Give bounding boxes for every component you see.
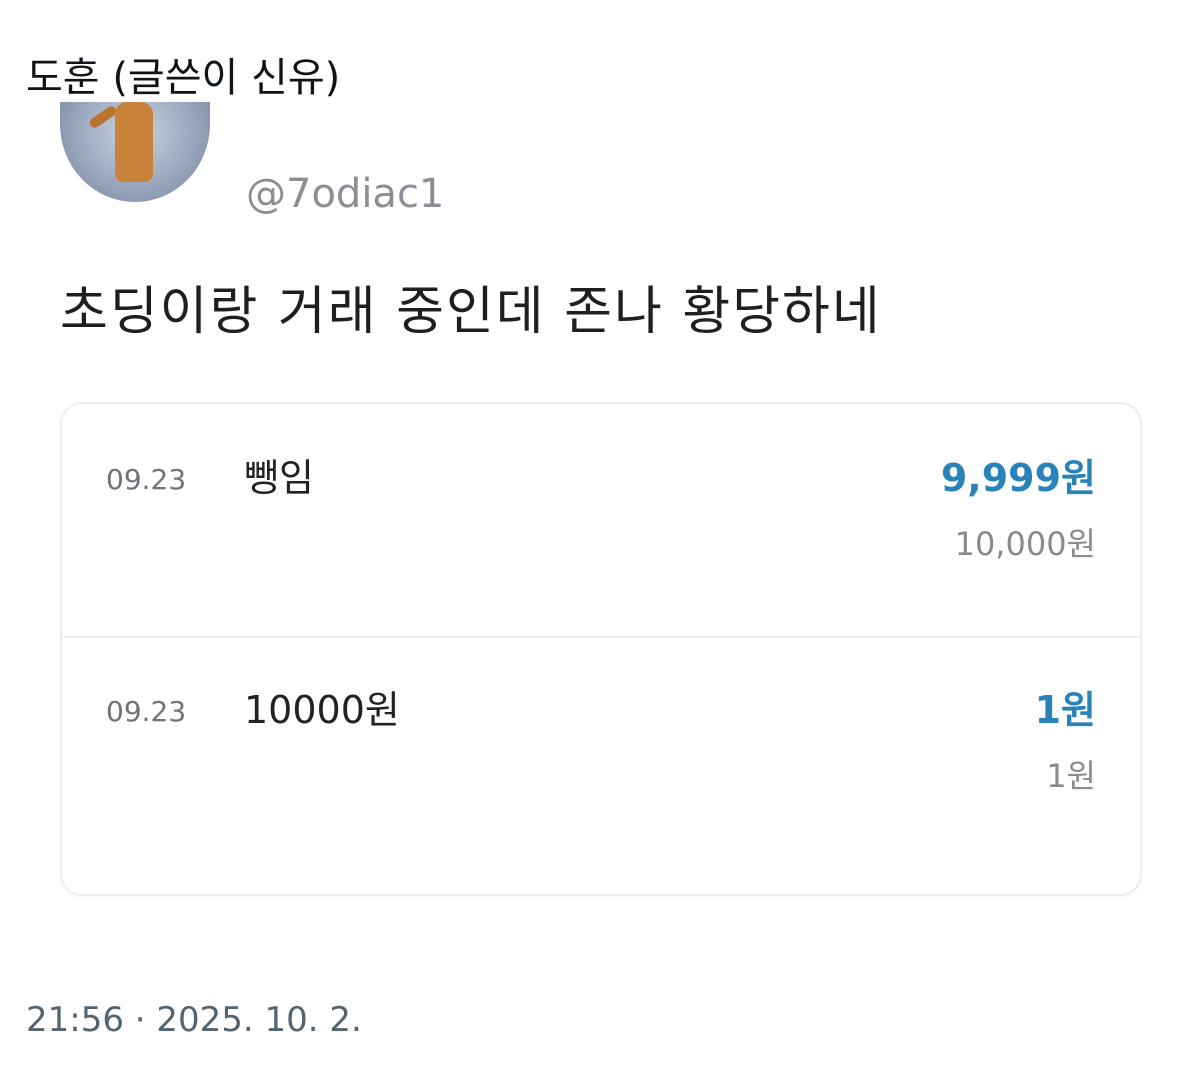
embedded-screenshot[interactable]: @7odiac1 초딩이랑 거래 중인데 존나 황당하네 09.23 뺑임 9,… <box>0 102 1200 940</box>
transaction-balance: 1원 <box>1046 757 1096 795</box>
transaction-row: 09.23 뺑임 9,999원 10,000원 <box>62 404 1140 636</box>
transaction-description: 뺑임 <box>244 456 314 500</box>
tweet-text: 초딩이랑 거래 중인데 존나 황당하네 <box>60 282 882 342</box>
transaction-card: 09.23 뺑임 9,999원 10,000원 09.23 10000원 1원 … <box>60 402 1142 896</box>
avatar-figure-arm <box>87 104 119 130</box>
post-timestamp[interactable]: 21:56 · 2025. 10. 2. <box>26 996 362 1044</box>
transaction-amount: 1원 <box>1034 688 1096 732</box>
user-handle: @7odiac1 <box>246 171 445 217</box>
post-author-name[interactable]: 도훈 (글쓴이 신유) <box>26 50 340 106</box>
avatar-figure <box>115 102 153 182</box>
transaction-description: 10000원 <box>244 688 400 732</box>
transaction-balance: 10,000원 <box>954 525 1096 563</box>
transaction-date: 09.23 <box>106 463 187 496</box>
avatar <box>60 102 210 202</box>
transaction-date: 09.23 <box>106 695 187 728</box>
transaction-row: 09.23 10000원 1원 1원 <box>62 636 1140 870</box>
transaction-amount: 9,999원 <box>940 456 1096 500</box>
